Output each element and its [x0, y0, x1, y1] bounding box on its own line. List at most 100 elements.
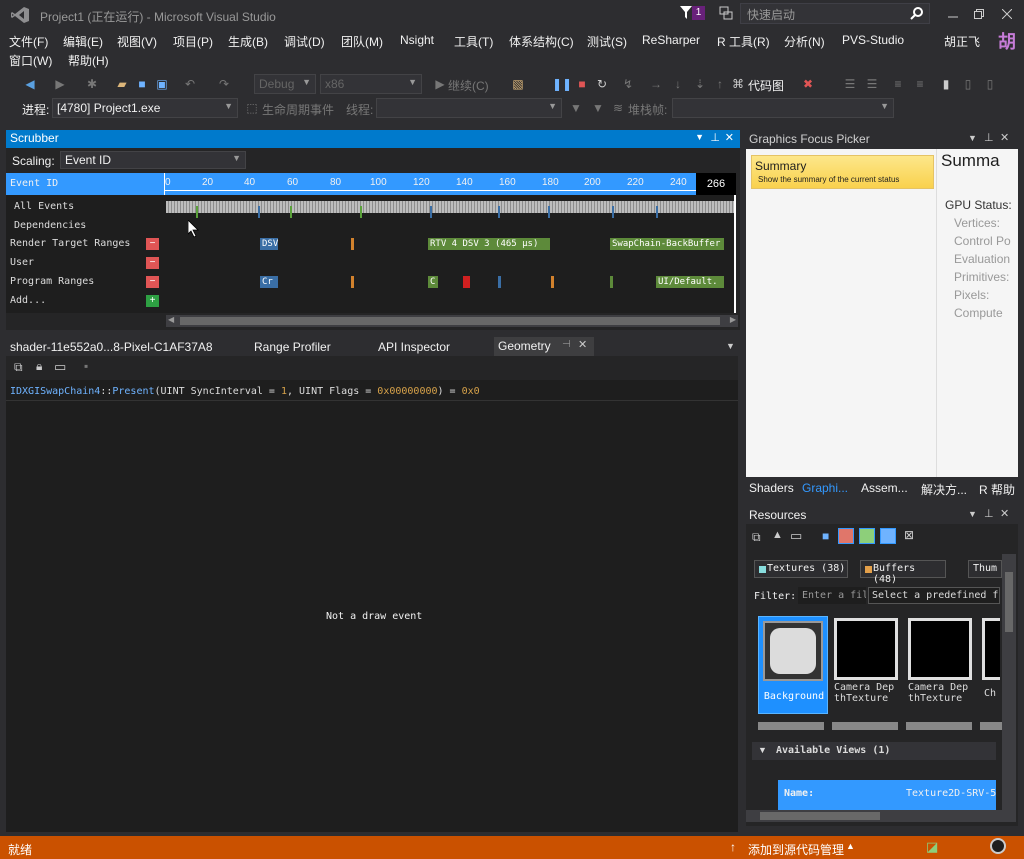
row-add[interactable]: Add...: [10, 295, 46, 306]
menu-tools[interactable]: 工具(T): [454, 33, 493, 50]
menu-debug[interactable]: 调试(D): [284, 33, 325, 50]
continue-button[interactable]: 继续(C): [448, 77, 489, 94]
alpha-channel-icon[interactable]: ⊠: [904, 528, 914, 542]
view-details-card[interactable]: Name: Texture2D-SRV-54: [778, 780, 996, 810]
pause-icon[interactable]: ❚❚: [552, 76, 572, 92]
close-icon[interactable]: ✕: [1000, 507, 1009, 520]
resources-vscrollbar[interactable]: [1002, 554, 1016, 822]
scroll-thumb[interactable]: [180, 317, 720, 325]
scroll-left-icon[interactable]: ◀: [168, 315, 174, 324]
chevron-up-icon[interactable]: ▲: [846, 841, 855, 851]
notifications-icon[interactable]: [990, 838, 1006, 854]
window-icon[interactable]: ▭: [790, 528, 802, 544]
copy-icon[interactable]: ⧉: [14, 360, 23, 375]
scrubber-hscrollbar[interactable]: ◀ ▶: [166, 315, 738, 327]
chat-icon[interactable]: ◪: [926, 839, 938, 855]
show-threads-icon[interactable]: ≋: [610, 100, 626, 116]
predefined-filter-select[interactable]: Select a predefined fi: [868, 587, 1000, 604]
chevron-down-icon[interactable]: ▼: [695, 132, 704, 142]
attach-icon[interactable]: ▧: [510, 76, 526, 92]
scaling-select[interactable]: Event ID ▼: [60, 151, 246, 169]
configuration-select[interactable]: Debug ▼: [254, 74, 316, 94]
lifecycle-events-button[interactable]: 生命周期事件: [262, 101, 334, 118]
bookmark-next-icon[interactable]: ▯: [960, 76, 976, 92]
menu-resharper[interactable]: ReSharper: [642, 33, 700, 47]
platform-select[interactable]: x86 ▼: [320, 74, 422, 94]
close-icon[interactable]: [994, 4, 1020, 24]
new-project-icon[interactable]: ✱: [84, 76, 100, 92]
menu-pvs-studio[interactable]: PVS-Studio: [842, 33, 904, 47]
filter-input[interactable]: Enter a fil: [798, 587, 866, 604]
forward-icon[interactable]: ▶: [52, 76, 68, 92]
add-to-source-control-button[interactable]: 添加到源代码管理: [748, 841, 844, 858]
menu-build[interactable]: 生成(B): [228, 33, 268, 50]
pin-icon[interactable]: ⊣: [562, 339, 571, 350]
resource-thumbnail[interactable]: Camera Dep thTexture: [832, 616, 902, 714]
uncomment-icon[interactable]: ☰: [864, 76, 880, 92]
range-swapchain[interactable]: SwapChain-BackBuffer: [610, 238, 724, 250]
comment-icon[interactable]: ☰: [842, 76, 858, 92]
process-select[interactable]: [4780] Project1.exe ▼: [52, 98, 238, 118]
tab-r-help[interactable]: R 帮助: [979, 481, 1015, 498]
menu-view[interactable]: 视图(V): [117, 33, 157, 50]
minimize-icon[interactable]: [940, 4, 966, 24]
range-dsv[interactable]: DSV: [260, 238, 278, 250]
remove-user-button[interactable]: −: [146, 257, 159, 269]
copy-icon[interactable]: ⧉: [752, 530, 761, 545]
chevron-down-icon[interactable]: ▼: [968, 133, 977, 143]
menu-help[interactable]: 帮助(H): [68, 52, 109, 69]
pin-icon[interactable]: ⊥: [984, 507, 994, 520]
menu-test[interactable]: 测试(S): [587, 33, 627, 50]
all-events-track[interactable]: [166, 201, 734, 213]
menu-file[interactable]: 文件(F): [9, 33, 48, 50]
thread-select[interactable]: ▼: [376, 98, 562, 118]
notification-badge[interactable]: 1: [692, 6, 705, 20]
remove-program-ranges-button[interactable]: −: [146, 276, 159, 288]
close-icon[interactable]: ✕: [725, 131, 734, 144]
bookmark-icon[interactable]: ▮: [938, 76, 954, 92]
filter-icon[interactable]: [680, 6, 692, 20]
scroll-thumb[interactable]: [1005, 572, 1013, 632]
range-rtv[interactable]: RTV 4 DSV 3 (465 μs): [428, 238, 550, 250]
summary-item[interactable]: Summary Show the summary of the current …: [751, 155, 934, 189]
thumbnail-toggle[interactable]: Thum: [968, 560, 1002, 578]
tab-solution[interactable]: 解决方...: [921, 481, 967, 498]
range-cr[interactable]: Cr: [260, 276, 278, 288]
api-method[interactable]: Present: [112, 386, 154, 397]
indent-icon[interactable]: ≡: [890, 76, 906, 92]
menu-analyze[interactable]: 分析(N): [784, 33, 825, 50]
scroll-right-icon[interactable]: ▶: [730, 315, 736, 324]
undo-icon[interactable]: ↶: [182, 76, 198, 92]
scroll-thumb[interactable]: [760, 812, 880, 820]
menu-nsight[interactable]: Nsight: [400, 33, 434, 47]
tab-api-inspector[interactable]: API Inspector: [374, 338, 454, 356]
breakpoints-icon[interactable]: ✖: [800, 76, 816, 92]
code-map-icon[interactable]: ⌘: [730, 76, 746, 92]
save-icon[interactable]: ▪: [84, 359, 88, 373]
tab-graphics[interactable]: Graphi...: [802, 481, 848, 495]
back-icon[interactable]: ◀: [22, 76, 38, 92]
open-icon[interactable]: ▰: [114, 76, 130, 92]
lifecycle-icon[interactable]: ⬚: [244, 100, 260, 116]
outdent-icon[interactable]: ≡: [912, 76, 928, 92]
add-row-button[interactable]: +: [146, 295, 159, 307]
feedback-icon[interactable]: [718, 5, 734, 21]
save-all-icon[interactable]: ▣: [154, 76, 170, 92]
flag-threads-icon[interactable]: ▼: [590, 100, 606, 116]
resources-hscrollbar[interactable]: [746, 810, 1002, 822]
menu-r-tools[interactable]: R 工具(R): [717, 33, 770, 50]
show-next-icon[interactable]: →: [648, 76, 664, 92]
stop-icon[interactable]: ■: [574, 76, 590, 92]
flag-icon[interactable]: ▼: [568, 100, 584, 116]
tab-geometry[interactable]: Geometry ⊣ ✕: [494, 337, 594, 356]
pin-icon[interactable]: ⊥: [984, 131, 994, 144]
window-icon[interactable]: ▭: [54, 359, 66, 375]
menu-architecture[interactable]: 体系结构(C): [509, 33, 574, 50]
menu-edit[interactable]: 编辑(E): [63, 33, 103, 50]
range-c[interactable]: C: [428, 276, 438, 288]
step-over-icon[interactable]: ⇣: [692, 76, 708, 92]
tab-overflow-icon[interactable]: ▼: [726, 341, 735, 351]
close-icon[interactable]: ✕: [578, 338, 587, 351]
bookmark-prev-icon[interactable]: ▯: [982, 76, 998, 92]
green-channel-toggle[interactable]: [859, 528, 875, 544]
